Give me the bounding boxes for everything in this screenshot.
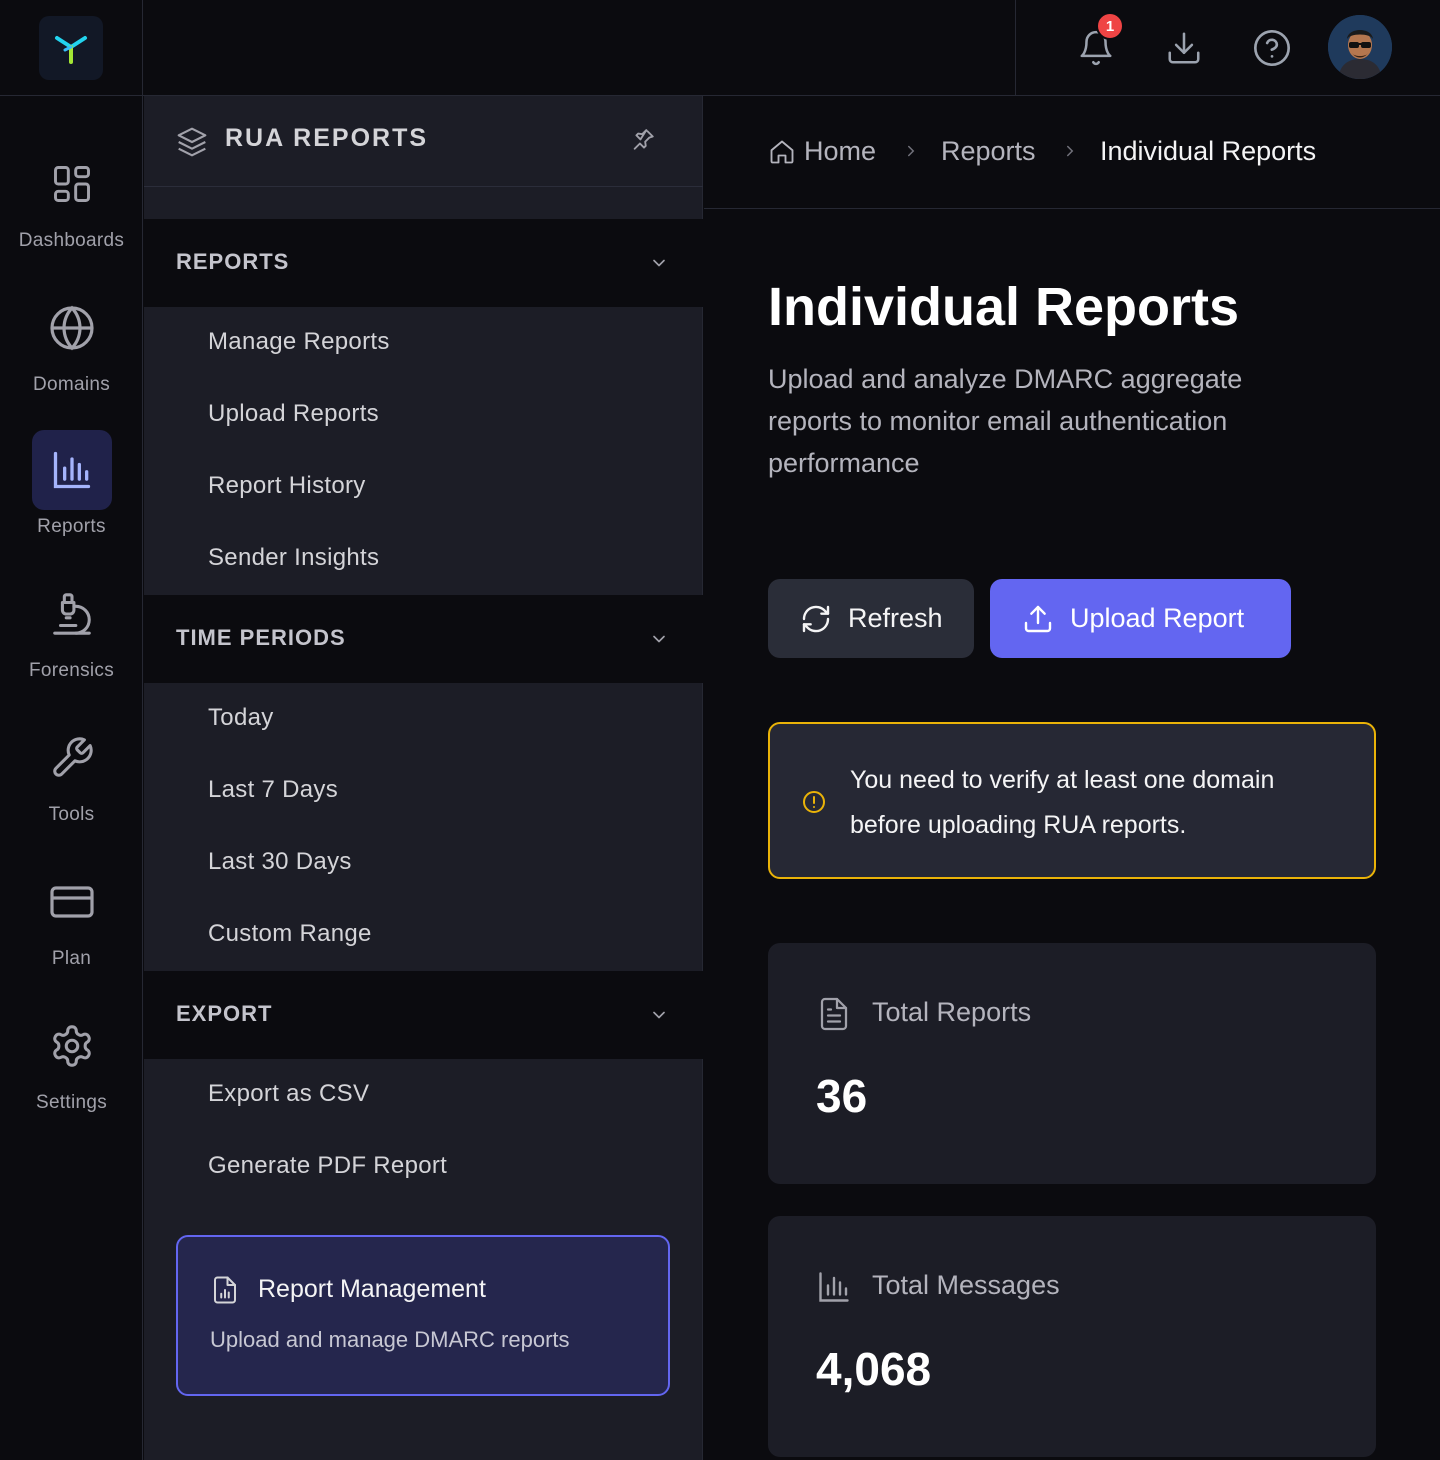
rail-item-forensics[interactable]: Forensics xyxy=(0,574,143,694)
top-actions: 1 xyxy=(1015,0,1440,95)
bar-chart-icon xyxy=(31,430,112,510)
download-button[interactable] xyxy=(1160,24,1208,72)
notifications-button[interactable]: 1 xyxy=(1072,12,1124,72)
section-time-periods-header[interactable]: TIME PERIODS xyxy=(144,595,703,683)
credit-card-icon xyxy=(32,862,112,942)
breadcrumb: Home Reports Individual Reports xyxy=(704,96,1440,209)
nav-link-export-csv[interactable]: Export as CSV xyxy=(208,1080,369,1108)
rail-label: Settings xyxy=(35,1092,108,1113)
page-title: Individual Reports xyxy=(768,277,1240,337)
secondary-sidebar: RUA REPORTS REPORTS Manage Reports Uploa… xyxy=(144,96,703,1460)
nav-link-last-7-days[interactable]: Last 7 Days xyxy=(208,776,338,804)
top-bar: 1 xyxy=(0,0,1440,96)
rail-item-reports[interactable]: Reports xyxy=(0,430,143,550)
logo-cell xyxy=(0,0,143,95)
user-avatar[interactable] xyxy=(1328,15,1392,79)
upload-label: Upload Report xyxy=(1070,603,1245,633)
refresh-icon xyxy=(802,605,830,632)
left-rail: Dashboards Domains Reports Forensics Too… xyxy=(0,96,143,1460)
layers-icon xyxy=(177,127,207,157)
rail-item-plan[interactable]: Plan xyxy=(0,862,143,982)
help-icon xyxy=(1254,30,1290,66)
nav-link-generate-pdf[interactable]: Generate PDF Report xyxy=(208,1152,447,1180)
bar-chart-icon xyxy=(819,1272,849,1302)
refresh-label: Refresh xyxy=(848,603,943,633)
help-button[interactable] xyxy=(1248,24,1296,72)
nav-link-today[interactable]: Today xyxy=(208,704,274,732)
report-management-card[interactable]: Report Management Upload and manage DMAR… xyxy=(176,1235,670,1396)
section-export-header[interactable]: EXPORT xyxy=(144,971,703,1059)
nav-link-custom-range[interactable]: Custom Range xyxy=(208,920,372,948)
rail-label: Tools xyxy=(48,804,95,825)
stat-value: 36 xyxy=(816,1070,868,1122)
breadcrumb-reports[interactable]: Reports xyxy=(941,136,1036,167)
app-logo[interactable] xyxy=(39,15,103,80)
notification-badge: 1 xyxy=(1096,12,1124,40)
nav-link-last-30-days[interactable]: Last 30 Days xyxy=(208,848,352,876)
stat-label: Total Reports xyxy=(872,997,1032,1027)
chevron-down-icon xyxy=(653,259,665,267)
alert-message: You need to verify at least one domain b… xyxy=(850,766,1275,839)
chevron-right-icon xyxy=(1067,145,1074,157)
rail-label: Plan xyxy=(51,948,92,969)
logo-icon xyxy=(55,35,87,64)
card-subtitle: Upload and manage DMARC reports xyxy=(210,1327,570,1352)
download-icon xyxy=(1168,32,1200,64)
sidebar-header: RUA REPORTS xyxy=(144,96,703,187)
document-icon xyxy=(820,997,848,1031)
stat-card-total-reports: Total Reports 36 xyxy=(768,943,1376,1184)
upload-report-button[interactable]: Upload Report xyxy=(990,579,1291,658)
rail-label: Forensics xyxy=(28,660,115,681)
stat-card-total-messages: Total Messages 4,068 xyxy=(768,1216,1376,1457)
nav-link-upload-reports[interactable]: Upload Reports xyxy=(208,400,379,428)
wrench-icon xyxy=(32,718,112,798)
chevron-down-icon xyxy=(653,635,665,643)
pin-icon[interactable] xyxy=(630,126,658,154)
section-label: TIME PERIODS xyxy=(176,625,346,650)
breadcrumb-home[interactable]: Home xyxy=(804,136,876,167)
refresh-button[interactable]: Refresh xyxy=(768,579,974,658)
rail-item-tools[interactable]: Tools xyxy=(0,718,143,838)
dashboard-icon xyxy=(32,144,112,224)
main-content: Home Reports Individual Reports Individu… xyxy=(704,96,1440,1460)
chevron-down-icon xyxy=(653,1011,665,1019)
rail-item-settings[interactable]: Settings xyxy=(0,1006,143,1126)
upload-icon xyxy=(1024,605,1052,632)
globe-icon xyxy=(32,288,112,368)
rail-label: Dashboards xyxy=(18,230,125,251)
card-title: Report Management xyxy=(258,1275,486,1303)
sidebar-title: RUA REPORTS xyxy=(225,124,429,152)
section-label: EXPORT xyxy=(176,1001,273,1026)
microscope-icon xyxy=(32,574,112,654)
rail-label: Reports xyxy=(37,516,106,537)
warning-icon xyxy=(803,791,825,813)
verification-alert: You need to verify at least one domain b… xyxy=(768,722,1376,879)
file-chart-icon xyxy=(214,1276,236,1304)
section-reports-header[interactable]: REPORTS xyxy=(144,219,703,307)
section-label: REPORTS xyxy=(176,249,290,274)
page-description: Upload and analyze DMARC aggregate repor… xyxy=(768,364,1243,478)
nav-link-report-history[interactable]: Report History xyxy=(208,472,366,500)
nav-link-manage-reports[interactable]: Manage Reports xyxy=(208,328,390,356)
home-icon xyxy=(770,140,794,164)
gear-icon xyxy=(32,1006,112,1086)
nav-link-sender-insights[interactable]: Sender Insights xyxy=(208,544,379,572)
rail-item-domains[interactable]: Domains xyxy=(0,288,143,408)
stat-value: 4,068 xyxy=(816,1343,932,1395)
chevron-right-icon xyxy=(908,145,915,157)
rail-label: Domains xyxy=(32,374,111,395)
breadcrumb-current: Individual Reports xyxy=(1100,136,1317,166)
stat-label: Total Messages xyxy=(872,1270,1060,1300)
avatar-image xyxy=(1328,15,1392,79)
rail-item-dashboards[interactable]: Dashboards xyxy=(0,144,143,264)
